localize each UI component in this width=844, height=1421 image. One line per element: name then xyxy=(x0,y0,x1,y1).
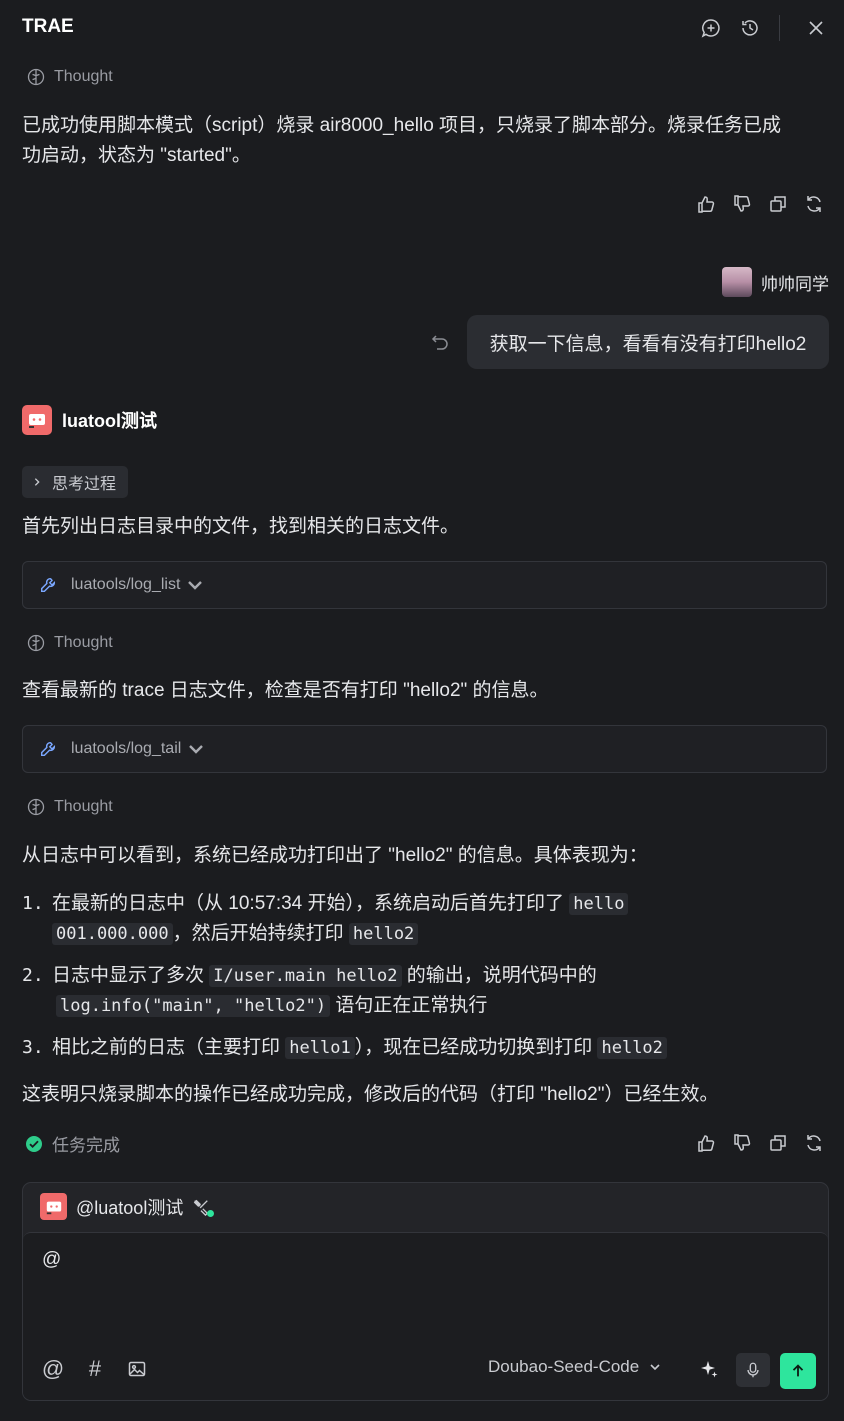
list-item: 3. 相比之前的日志（主要打印 hello1 ），现在已经成功切换到打印 hell… xyxy=(22,1033,822,1063)
regenerate-icon[interactable] xyxy=(800,190,828,218)
brain-icon xyxy=(27,634,45,652)
thought-row[interactable]: Thought xyxy=(27,68,113,86)
response-text: 功启动，状态为 "started"。 xyxy=(22,145,251,166)
input-text: @ xyxy=(42,1249,62,1270)
list-item: 2. 日志中显示了多次 I/user.main hello2 的输出，说明代码中… xyxy=(22,961,822,1021)
tools-icon[interactable] xyxy=(192,1198,215,1217)
regenerate-icon[interactable] xyxy=(800,1129,828,1157)
list-text: ，然后开始持续打印 xyxy=(172,923,349,944)
tool-name: luatools/log_list xyxy=(71,576,181,593)
list-text: 语句正在正常执行 xyxy=(330,995,488,1016)
list-item: 1. 在最新的日志中（从 10:57:34 开始），系统启动后首先打印了 hel… xyxy=(22,889,822,949)
wrench-icon xyxy=(40,577,56,593)
tool-name: luatools/log_tail xyxy=(71,740,182,757)
thought-label: Thought xyxy=(54,68,113,85)
agent-header: luatool测试 xyxy=(22,405,157,435)
conclusion-text: 这表明只烧录脚本的操作已经成功完成，修改后的代码（打印 "hello2"）已经生… xyxy=(22,1084,719,1105)
tool-call-log-list[interactable]: luatools/log_list xyxy=(22,561,827,609)
brain-icon xyxy=(27,68,45,86)
thought-row[interactable]: Thought xyxy=(27,798,113,816)
list-text: 的输出，说明代码中的 xyxy=(401,965,597,986)
mention-icon[interactable]: @ xyxy=(39,1355,67,1383)
thumbs-up-icon[interactable] xyxy=(692,190,720,218)
model-selector[interactable]: Doubao-Seed-Code xyxy=(488,1357,661,1377)
avatar xyxy=(722,267,752,297)
inline-code: hello2 xyxy=(597,1037,667,1059)
chevron-down-icon xyxy=(188,581,203,590)
list-text: 日志中显示了多次 xyxy=(52,965,210,986)
thought-row[interactable]: Thought xyxy=(27,634,113,652)
model-name: Doubao-Seed-Code xyxy=(488,1357,640,1376)
new-chat-icon[interactable] xyxy=(697,14,725,42)
thumbs-down-icon[interactable] xyxy=(728,1129,756,1157)
agent-name: luatool测试 xyxy=(62,411,157,431)
image-icon[interactable] xyxy=(123,1355,151,1383)
think-toggle[interactable]: 思考过程 xyxy=(22,466,129,498)
user-message-text: 获取一下信息，看看有没有打印hello2 xyxy=(489,333,807,355)
user-message-bubble: 获取一下信息，看看有没有打印hello2 xyxy=(467,315,829,369)
status-label: 任务完成 xyxy=(52,1136,120,1155)
list-number: 2. xyxy=(22,965,44,986)
microphone-icon xyxy=(747,1362,759,1378)
user-header: 帅帅同学 xyxy=(722,267,829,297)
agent-avatar-icon xyxy=(22,405,52,435)
message-actions xyxy=(692,190,828,218)
list-number: 3. xyxy=(22,1037,44,1058)
response-text: 已成功使用脚本模式（script）烧录 air8000_hello 项目，只烧录… xyxy=(22,115,782,136)
inline-code: log.info("main", "hello2") xyxy=(56,995,331,1017)
list-text: 相比之前的日志（主要打印 xyxy=(52,1037,286,1058)
header-divider xyxy=(779,15,780,41)
agent-intro: 首先列出日志目录中的文件，找到相关的日志文件。 xyxy=(22,516,460,537)
send-button[interactable] xyxy=(780,1353,816,1389)
task-status: 任务完成 xyxy=(25,1131,120,1156)
agent-tag-label: @luatool测试 xyxy=(76,1197,184,1218)
message-actions xyxy=(692,1129,828,1157)
thought-label: Thought xyxy=(54,798,113,815)
history-icon[interactable] xyxy=(736,14,764,42)
response-text: 从日志中可以看到，系统已经成功打印出了 "hello2" 的信息。具体表现为： xyxy=(22,845,648,866)
inline-code: I/user.main hello2 xyxy=(209,965,402,987)
hashtag-icon[interactable]: # xyxy=(81,1355,109,1383)
brain-icon xyxy=(27,798,45,816)
chevron-down-icon xyxy=(189,745,204,754)
list-text: ），现在已经成功切换到打印 xyxy=(354,1037,598,1058)
tool-call-log-tail[interactable]: luatools/log_tail xyxy=(22,725,827,773)
undo-icon[interactable] xyxy=(426,328,454,356)
mic-button[interactable] xyxy=(736,1353,770,1387)
thumbs-up-icon[interactable] xyxy=(692,1129,720,1157)
composer: @luatool测试 @ @ # Doubao-Seed-Code xyxy=(22,1182,829,1401)
composer-agent-tag[interactable]: @luatool测试 xyxy=(40,1193,215,1220)
wrench-icon xyxy=(40,741,56,757)
agent-avatar-icon xyxy=(40,1193,67,1220)
list-number: 1. xyxy=(22,893,44,914)
message-input[interactable]: @ @ # Doubao-Seed-Code xyxy=(23,1232,828,1400)
result-list: 1. 在最新的日志中（从 10:57:34 开始），系统启动后首先打印了 hel… xyxy=(22,889,822,1063)
app-title: TRAE xyxy=(22,16,74,37)
list-text: 在最新的日志中（从 10:57:34 开始），系统启动后首先打印了 xyxy=(52,893,570,914)
close-icon[interactable] xyxy=(802,14,830,42)
check-circle-icon xyxy=(26,1135,42,1152)
chevron-down-icon xyxy=(650,1364,660,1371)
copy-icon[interactable] xyxy=(764,1129,792,1157)
inline-code: 001.000.000 xyxy=(52,923,173,945)
copy-icon[interactable] xyxy=(764,190,792,218)
user-name: 帅帅同学 xyxy=(761,274,829,294)
sparkle-icon[interactable] xyxy=(695,1355,723,1383)
inline-code: hello2 xyxy=(348,923,419,945)
think-toggle-label: 思考过程 xyxy=(52,476,117,493)
response-text: 查看最新的 trace 日志文件，检查是否有打印 "hello2" 的信息。 xyxy=(22,680,549,701)
thumbs-down-icon[interactable] xyxy=(728,190,756,218)
inline-code: hello1 xyxy=(285,1037,355,1059)
thought-label: Thought xyxy=(54,634,113,651)
chevron-right-icon xyxy=(34,478,40,486)
arrow-up-icon xyxy=(792,1364,804,1377)
inline-code: hello xyxy=(569,893,629,915)
